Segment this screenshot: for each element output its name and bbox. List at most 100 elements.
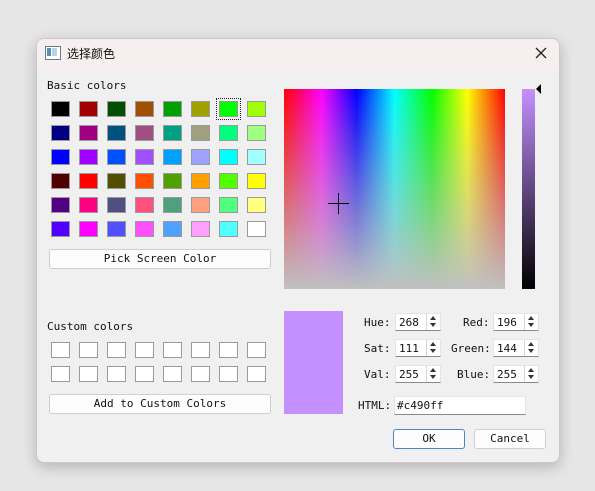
basic-color-swatch[interactable] <box>163 221 182 237</box>
custom-color-swatch[interactable] <box>191 342 210 358</box>
basic-color-swatch[interactable] <box>107 197 126 213</box>
basic-color-swatch[interactable] <box>51 101 70 117</box>
basic-color-swatch[interactable] <box>79 221 98 237</box>
basic-color-swatch[interactable] <box>51 221 70 237</box>
basic-color-swatch[interactable] <box>247 221 266 237</box>
custom-color-swatch[interactable] <box>51 366 70 382</box>
basic-color-swatch[interactable] <box>51 125 70 141</box>
custom-color-swatch[interactable] <box>191 366 210 382</box>
spin-up-icon[interactable] <box>528 368 534 372</box>
spin-down-icon[interactable] <box>528 349 534 353</box>
basic-color-swatch[interactable] <box>51 197 70 213</box>
basic-color-swatch[interactable] <box>247 101 266 117</box>
custom-color-swatch[interactable] <box>107 366 126 382</box>
sat-value: 111 <box>399 342 419 355</box>
html-hex-input[interactable]: #c490ff <box>394 396 526 415</box>
hue-saturation-picker[interactable] <box>284 89 505 289</box>
basic-color-swatch[interactable] <box>51 173 70 189</box>
basic-color-swatch[interactable] <box>163 101 182 117</box>
spin-down-icon[interactable] <box>430 375 436 379</box>
basic-color-swatch[interactable] <box>135 173 154 189</box>
spin-down-icon[interactable] <box>430 323 436 327</box>
value-slider[interactable] <box>522 89 535 289</box>
pick-screen-color-button[interactable]: Pick Screen Color <box>49 249 271 269</box>
html-label: HTML: <box>358 399 392 412</box>
custom-color-swatch[interactable] <box>135 366 154 382</box>
basic-color-swatch[interactable] <box>163 149 182 165</box>
custom-color-swatch[interactable] <box>163 366 182 382</box>
add-to-custom-colors-button[interactable]: Add to Custom Colors <box>49 394 271 414</box>
basic-color-swatch[interactable] <box>219 125 238 141</box>
basic-color-swatch[interactable] <box>219 221 238 237</box>
close-button[interactable] <box>527 41 555 65</box>
custom-color-swatch[interactable] <box>219 342 238 358</box>
hue-value: 268 <box>399 316 419 329</box>
ok-button[interactable]: OK <box>393 429 465 449</box>
basic-color-swatch[interactable] <box>247 197 266 213</box>
basic-color-swatch[interactable] <box>219 197 238 213</box>
app-icon <box>45 46 61 60</box>
basic-color-swatch[interactable] <box>107 125 126 141</box>
basic-color-swatch[interactable] <box>135 101 154 117</box>
spin-down-icon[interactable] <box>528 323 534 327</box>
sat-spinbox[interactable]: 111 <box>395 339 441 357</box>
slider-arrow-icon[interactable] <box>536 84 541 94</box>
basic-color-swatch[interactable] <box>219 173 238 189</box>
custom-color-swatch[interactable] <box>247 366 266 382</box>
custom-color-swatch[interactable] <box>219 366 238 382</box>
basic-color-swatch[interactable] <box>191 221 210 237</box>
basic-color-swatch[interactable] <box>135 221 154 237</box>
spin-up-icon[interactable] <box>430 342 436 346</box>
basic-color-swatch[interactable] <box>135 149 154 165</box>
green-value: 144 <box>497 342 517 355</box>
spin-up-icon[interactable] <box>528 316 534 320</box>
custom-color-swatch[interactable] <box>79 366 98 382</box>
custom-color-swatch[interactable] <box>135 342 154 358</box>
basic-color-swatch[interactable] <box>79 173 98 189</box>
green-label: Green: <box>451 342 491 355</box>
basic-color-swatch[interactable] <box>247 173 266 189</box>
hue-spinbox[interactable]: 268 <box>395 313 441 331</box>
spin-up-icon[interactable] <box>430 316 436 320</box>
custom-color-swatch[interactable] <box>51 342 70 358</box>
custom-color-swatch[interactable] <box>163 342 182 358</box>
spin-up-icon[interactable] <box>528 342 534 346</box>
basic-color-swatch[interactable] <box>216 98 241 120</box>
basic-color-swatch[interactable] <box>107 173 126 189</box>
basic-color-swatch[interactable] <box>191 149 210 165</box>
spin-up-icon[interactable] <box>430 368 436 372</box>
basic-color-swatch[interactable] <box>247 149 266 165</box>
sat-label: Sat: <box>364 342 391 355</box>
cancel-button[interactable]: Cancel <box>474 429 546 449</box>
basic-colors-label: Basic colors <box>47 79 127 92</box>
basic-color-swatch[interactable] <box>163 125 182 141</box>
basic-color-swatch[interactable] <box>135 197 154 213</box>
basic-color-swatch[interactable] <box>135 125 154 141</box>
basic-color-swatch[interactable] <box>191 197 210 213</box>
basic-color-swatch[interactable] <box>107 101 126 117</box>
val-spinbox[interactable]: 255 <box>395 365 441 383</box>
basic-color-swatch[interactable] <box>79 197 98 213</box>
window-title: 选择颜色 <box>67 47 116 61</box>
red-spinbox[interactable]: 196 <box>493 313 539 331</box>
custom-color-swatch[interactable] <box>79 342 98 358</box>
basic-color-swatch[interactable] <box>79 101 98 117</box>
basic-color-swatch[interactable] <box>163 173 182 189</box>
basic-color-swatch[interactable] <box>107 149 126 165</box>
basic-color-swatch[interactable] <box>247 125 266 141</box>
basic-color-swatch[interactable] <box>191 101 210 117</box>
basic-color-swatch[interactable] <box>79 125 98 141</box>
custom-color-swatch[interactable] <box>247 342 266 358</box>
custom-color-swatch[interactable] <box>107 342 126 358</box>
basic-color-swatch[interactable] <box>107 221 126 237</box>
blue-spinbox[interactable]: 255 <box>493 365 539 383</box>
green-spinbox[interactable]: 144 <box>493 339 539 357</box>
basic-color-swatch[interactable] <box>219 149 238 165</box>
basic-color-swatch[interactable] <box>191 125 210 141</box>
spin-down-icon[interactable] <box>528 375 534 379</box>
spin-down-icon[interactable] <box>430 349 436 353</box>
basic-color-swatch[interactable] <box>191 173 210 189</box>
basic-color-swatch[interactable] <box>79 149 98 165</box>
basic-color-swatch[interactable] <box>163 197 182 213</box>
basic-color-swatch[interactable] <box>51 149 70 165</box>
